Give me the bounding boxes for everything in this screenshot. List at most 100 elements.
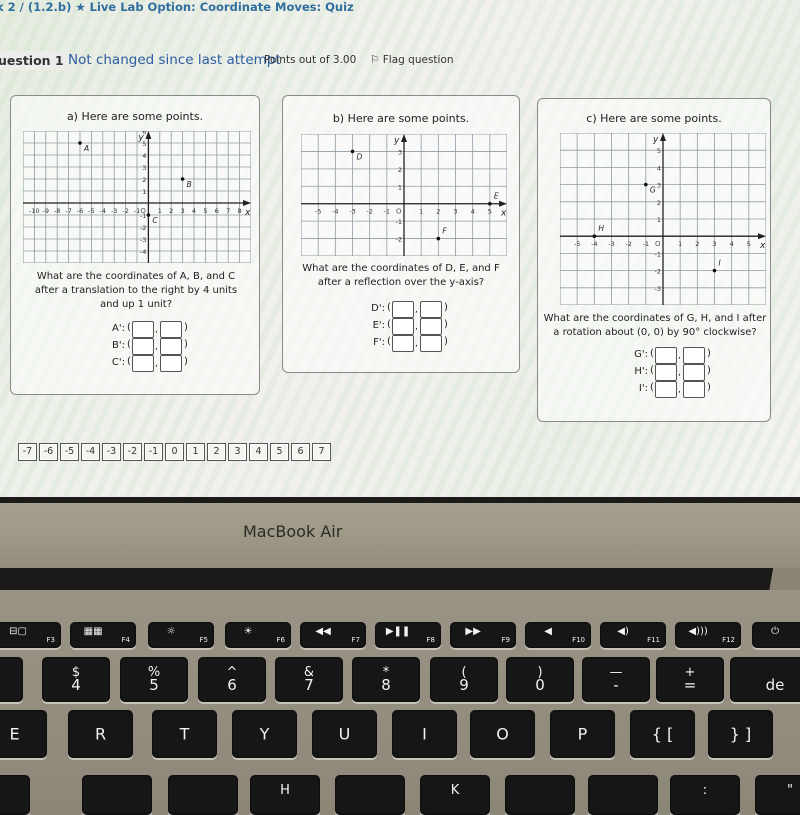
function-key-f5[interactable]: ☼ F5 bbox=[148, 622, 214, 648]
number-tile[interactable]: -6 bbox=[39, 443, 58, 461]
key-bottom-row[interactable] bbox=[335, 775, 405, 815]
number-tile[interactable]: 1 bbox=[186, 443, 205, 461]
key--[interactable]: — - bbox=[582, 657, 650, 702]
key-bottom-row[interactable]: K bbox=[420, 775, 490, 815]
key-7[interactable]: & 7 bbox=[275, 657, 343, 702]
function-key-icon: ▶❚❚ bbox=[385, 626, 411, 637]
number-tile[interactable]: 5 bbox=[270, 443, 289, 461]
key-bottom-row[interactable] bbox=[168, 775, 238, 815]
key-=[interactable]: + = bbox=[656, 657, 724, 702]
answer-y-input[interactable] bbox=[160, 338, 182, 355]
key-de[interactable]: de bbox=[730, 657, 800, 702]
number-tile[interactable]: -2 bbox=[123, 443, 142, 461]
number-tile[interactable]: -7 bbox=[18, 443, 37, 461]
key-o[interactable]: O bbox=[470, 710, 535, 758]
function-key-f10[interactable]: ◀ F10 bbox=[525, 622, 591, 648]
y-tick-label: 2 bbox=[142, 176, 146, 184]
function-key-power[interactable]: ⏻ bbox=[752, 622, 800, 648]
key-[interactable]: { [ bbox=[630, 710, 695, 758]
number-tile[interactable]: 2 bbox=[207, 443, 226, 461]
x-tick-label: -8 bbox=[54, 207, 60, 215]
key-bottom-row[interactable] bbox=[82, 775, 152, 815]
x-tick-label: -2 bbox=[625, 240, 631, 248]
function-key-f9[interactable]: ▶▶ F9 bbox=[450, 622, 516, 648]
key-3[interactable]: #3 bbox=[0, 657, 23, 702]
key-6[interactable]: ^ 6 bbox=[198, 657, 266, 702]
key-bottom-row[interactable]: H bbox=[250, 775, 320, 815]
key-p[interactable]: P bbox=[550, 710, 615, 758]
key-t[interactable]: T bbox=[152, 710, 217, 758]
number-tile[interactable]: -5 bbox=[60, 443, 79, 461]
function-key-f4[interactable]: ▦▦ F4 bbox=[70, 622, 136, 648]
function-key-f6[interactable]: ☀ F6 bbox=[225, 622, 291, 648]
function-key-f3[interactable]: ⊟▢ F3 bbox=[0, 622, 61, 648]
number-tile[interactable]: 0 bbox=[165, 443, 184, 461]
key-y[interactable]: Y bbox=[232, 710, 297, 758]
function-key-f7[interactable]: ◀◀ F7 bbox=[300, 622, 366, 648]
x-tick-label: 5 bbox=[488, 208, 492, 216]
function-key-f11[interactable]: ◀) F11 bbox=[600, 622, 666, 648]
function-key-f12[interactable]: ◀))) F12 bbox=[675, 622, 741, 648]
number-tile[interactable]: 7 bbox=[312, 443, 331, 461]
number-tile[interactable]: -3 bbox=[102, 443, 121, 461]
x-axis-label: x bbox=[500, 209, 507, 219]
number-tile[interactable]: 3 bbox=[228, 443, 247, 461]
key-0[interactable]: ) 0 bbox=[506, 657, 574, 702]
key-i[interactable]: I bbox=[392, 710, 457, 758]
answer-x-input[interactable] bbox=[132, 321, 154, 338]
number-tile[interactable]: -1 bbox=[144, 443, 163, 461]
key-bottom-row[interactable]: : bbox=[670, 775, 740, 815]
answer-y-input[interactable] bbox=[420, 301, 442, 318]
key-9[interactable]: (9 bbox=[430, 657, 498, 702]
point-i bbox=[712, 268, 717, 273]
key-[interactable]: } ] bbox=[708, 710, 773, 758]
breadcrumb-text[interactable]: k 2 / (1.2.b) ★ Live Lab Option: Coordin… bbox=[0, 0, 354, 14]
point-a bbox=[78, 141, 82, 145]
part-c-graph: xyO-5 -4 -3 -2 -1 1 2 3 4 554321-1-2-3GHI bbox=[560, 133, 766, 305]
key-bottom-row[interactable] bbox=[588, 775, 658, 815]
answer-x-input[interactable] bbox=[392, 335, 414, 352]
answer-y-input[interactable] bbox=[420, 318, 442, 335]
function-key-f8[interactable]: ▶❚❚ F8 bbox=[375, 622, 441, 648]
part-c-question: What are the coordinates of G, H, and I … bbox=[543, 313, 767, 338]
flag-question-button[interactable]: ⚐ Flag question bbox=[370, 54, 454, 66]
key-r[interactable]: R bbox=[68, 710, 133, 758]
key-4[interactable]: $4 bbox=[42, 657, 110, 702]
key-bottom-row[interactable]: " bbox=[755, 775, 800, 815]
laptop-bezel bbox=[0, 503, 800, 568]
comma: , bbox=[415, 322, 418, 332]
answer-x-input[interactable] bbox=[132, 338, 154, 355]
answer-y-input[interactable] bbox=[683, 381, 705, 398]
answer-y-input[interactable] bbox=[683, 364, 705, 381]
answer-x-input[interactable] bbox=[655, 381, 677, 398]
key-bottom-row[interactable] bbox=[505, 775, 575, 815]
number-tile[interactable]: 6 bbox=[291, 443, 310, 461]
answer-y-input[interactable] bbox=[160, 321, 182, 338]
key-u[interactable]: U bbox=[312, 710, 377, 758]
question-header: uestion 1 Not changed since last attempt… bbox=[0, 48, 800, 76]
key-8[interactable]: * 8 bbox=[352, 657, 420, 702]
function-key-icon: ▦▦ bbox=[83, 626, 103, 637]
answer-x-input[interactable] bbox=[392, 318, 414, 335]
answer-y-input[interactable] bbox=[683, 347, 705, 364]
close-paren: ) bbox=[707, 348, 711, 359]
answer-x-input[interactable] bbox=[655, 364, 677, 381]
key-5[interactable]: % 5 bbox=[120, 657, 188, 702]
key-char: H bbox=[280, 783, 290, 798]
answer-label: C': bbox=[111, 357, 125, 368]
answer-x-input[interactable] bbox=[132, 355, 154, 372]
y-tick-label: 3 bbox=[398, 148, 402, 156]
point-label-g: G bbox=[650, 186, 656, 195]
answer-x-input[interactable] bbox=[655, 347, 677, 364]
answer-y-input[interactable] bbox=[420, 335, 442, 352]
key-e[interactable]: E bbox=[0, 710, 47, 758]
answer-y-input[interactable] bbox=[160, 355, 182, 372]
function-key-label: F7 bbox=[351, 636, 360, 644]
y-tick-label: 1 bbox=[142, 188, 146, 196]
number-tile[interactable]: 4 bbox=[249, 443, 268, 461]
point-e bbox=[488, 201, 492, 206]
answer-x-input[interactable] bbox=[392, 301, 414, 318]
open-paren: ( bbox=[650, 382, 654, 393]
number-tile[interactable]: -4 bbox=[81, 443, 100, 461]
key-bottom-row[interactable] bbox=[0, 775, 30, 815]
